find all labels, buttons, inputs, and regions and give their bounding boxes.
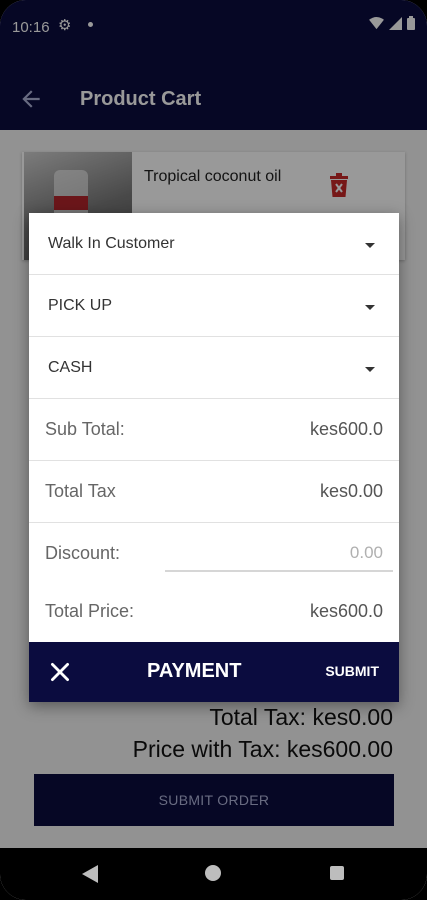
chevron-down-icon [365,367,375,372]
system-nav-bar [0,848,427,900]
tax-label: Total Tax [45,481,116,501]
tax-row: Total Tax kes0.00 [29,461,399,523]
dialog-title: PAYMENT [147,660,242,682]
total-price-value: kes600.0 [309,601,383,621]
subtotal-label: Sub Total: [45,419,125,439]
nav-recents-icon[interactable] [330,866,344,880]
discount-row: Discount: 0.00 [29,523,399,584]
payment-dialog: Walk In Customer PICK UP CASH Sub Total:… [29,213,399,702]
discount-label: Discount: [45,543,121,563]
delivery-select[interactable]: PICK UP [29,275,399,337]
customer-select[interactable]: Walk In Customer [29,213,399,275]
customer-value: Walk In Customer [48,235,175,252]
subtotal-row: Sub Total: kes600.0 [29,399,399,461]
total-price-row: Total Price: kes600.0 [29,581,399,642]
dialog-action-bar: PAYMENT SUBMIT [29,642,399,702]
total-price-label: Total Price: [45,601,135,621]
discount-placeholder: 0.00 [349,543,383,562]
close-icon[interactable] [47,659,73,685]
nav-home-icon[interactable] [205,865,221,881]
discount-input[interactable]: 0.00 [165,537,393,572]
subtotal-value: kes600.0 [309,419,383,439]
chevron-down-icon [365,243,375,248]
payment-method-select[interactable]: CASH [29,337,399,399]
delivery-value: PICK UP [48,297,113,314]
submit-button[interactable]: SUBMIT [325,663,379,679]
payment-method-value: CASH [48,359,93,376]
nav-back-icon[interactable] [82,865,98,883]
chevron-down-icon [365,305,375,310]
screen: 10:16 ⚙ Product Cart Tropical coconut oi… [0,0,427,900]
tax-value: kes0.00 [319,481,383,501]
